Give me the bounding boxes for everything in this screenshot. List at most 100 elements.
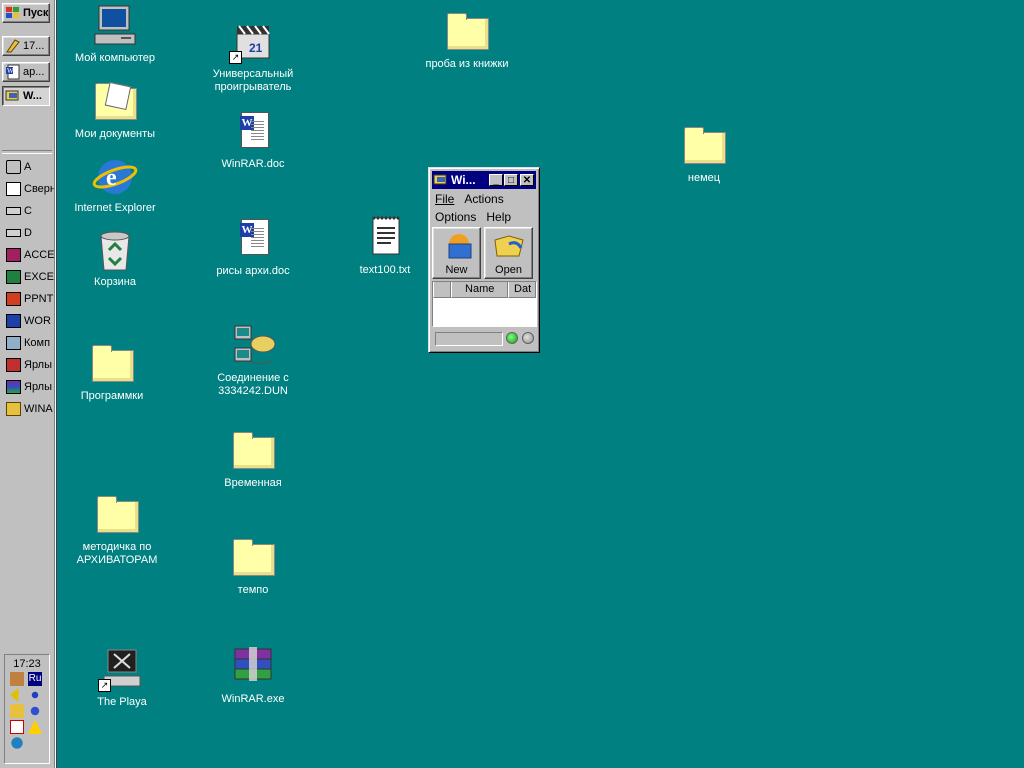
shortcut-icon <box>6 358 21 372</box>
quick-launch-floppy[interactable]: A <box>6 158 54 176</box>
quick-launch-shortcut-2[interactable]: Ярлы <box>6 378 54 396</box>
desktop-icon-label: темпо <box>237 584 269 596</box>
quick-launch-label: D <box>24 227 32 239</box>
toolbar-open-button[interactable]: Open <box>484 227 533 279</box>
taskbar-button-winrar[interactable]: W... <box>2 86 50 106</box>
taskbar-button-label: 17... <box>23 40 45 52</box>
quick-launch-shortcut-1[interactable]: Ярлы <box>6 356 54 374</box>
winamp-tray-icon[interactable] <box>10 704 24 718</box>
desktop-icon-risy-arhi-doc[interactable]: W рисы архи.doc <box>198 217 308 278</box>
desktop-icon-media-player[interactable]: 21 ↗ Универсальный проигрыватель <box>198 20 308 94</box>
quick-launch-winamp[interactable]: WINA <box>6 400 54 418</box>
quick-launch-label: PPNT <box>24 293 54 305</box>
acrobat-tray-icon[interactable] <box>10 720 24 734</box>
desktop-icon-label: WinRAR.doc <box>221 158 285 170</box>
shortcut-icon <box>6 380 21 394</box>
quick-launch-label: ACCE <box>24 249 54 261</box>
quick-launch-word[interactable]: WOR <box>6 312 54 330</box>
desktop-icon-winrar-exe[interactable]: WinRAR.exe <box>198 645 308 706</box>
taskbar-button-word-document[interactable]: W ар... <box>2 62 50 82</box>
taskbar-button-label: W... <box>23 90 42 102</box>
winrar-title-bar[interactable]: Wi... _ □ ✕ <box>432 171 536 189</box>
internet-explorer-icon: e <box>92 160 138 194</box>
quick-launch-label: Сверн <box>24 183 54 195</box>
desktop-icon-label: методичка по АРХИВАТОРАМ <box>76 541 158 566</box>
folder-icon <box>447 13 489 50</box>
start-button[interactable]: Пуск <box>2 3 50 23</box>
warning-tray-icon[interactable] <box>28 720 42 734</box>
menu-file[interactable]: File <box>435 192 454 206</box>
winrar-title: Wi... <box>451 173 476 187</box>
network-icon[interactable] <box>28 688 42 702</box>
excel-icon <box>6 270 21 284</box>
desktop-icon-label: Программки <box>80 390 144 402</box>
svg-text:e: e <box>106 165 117 191</box>
taskbar: Пуск 17... W ар... W... A Сверн C D ACCE… <box>0 0 56 768</box>
desktop-icon-folder-proba[interactable]: проба из книжки <box>412 10 522 71</box>
desktop-icon-my-computer[interactable]: Мой компьютер <box>60 4 170 65</box>
shortcut-arrow-icon: ↗ <box>98 679 111 692</box>
svg-text:W: W <box>7 67 14 75</box>
menu-actions[interactable]: Actions <box>464 192 503 206</box>
quick-launch-excel[interactable]: EXCE <box>6 268 54 286</box>
desktop-icon-my-documents[interactable]: Мои документы <box>60 80 170 141</box>
powerpoint-icon <box>6 292 21 306</box>
taskbar-button-label: ар... <box>23 66 45 78</box>
start-label: Пуск <box>23 7 49 19</box>
toolbar-new-label: New <box>445 264 468 276</box>
taskbar-button-winamp[interactable]: 17... <box>2 36 50 56</box>
desktop-icon-label: WinRAR.exe <box>221 693 285 705</box>
menu-help[interactable]: Help <box>486 210 511 224</box>
desktop-icon-dialup-connection[interactable]: Соединение с 3334242.DUN <box>198 324 308 398</box>
quick-launch-drive-d[interactable]: D <box>6 224 54 242</box>
quick-launch-powerpoint[interactable]: PPNT <box>6 290 54 308</box>
winamp-lightning-icon <box>6 39 20 53</box>
floppy-drive-icon <box>6 160 21 174</box>
desktop-icon-folder-metodichka[interactable]: методичка по АРХИВАТОРАМ <box>62 493 172 567</box>
close-button[interactable]: ✕ <box>520 174 534 186</box>
desktop-icon-folder-vremennaya[interactable]: Временная <box>198 429 308 490</box>
desktop-icon-folder-nemets[interactable]: немец <box>649 124 759 185</box>
text-file-icon <box>372 216 400 255</box>
desktop-icon-label: проба из книжки <box>425 58 509 70</box>
folder-icon <box>233 539 275 576</box>
desktop-icon-internet-explorer[interactable]: e Internet Explorer <box>60 154 170 215</box>
folder-icon <box>233 432 275 469</box>
desktop-icon-label: Мои документы <box>74 128 156 140</box>
language-indicator[interactable]: Ru <box>28 672 42 686</box>
taskbar-divider <box>2 150 52 154</box>
desktop-icon-folder-programmki[interactable]: Программки <box>57 342 167 403</box>
winamp-icon <box>6 402 21 416</box>
status-bar <box>435 332 503 346</box>
file-list[interactable]: Name Dat <box>432 281 537 327</box>
quick-launch-minimize-all[interactable]: Сверн <box>6 180 54 198</box>
column-header-name[interactable]: Name <box>451 282 509 298</box>
windows-logo-icon <box>6 7 19 18</box>
desktop-icon-winrar-doc[interactable]: W WinRAR.doc <box>198 110 308 171</box>
maximize-button[interactable]: □ <box>504 174 518 186</box>
quick-launch-drive-c[interactable]: C <box>6 202 54 220</box>
desktop-icon-label: Универсальный проигрыватель <box>212 68 294 93</box>
quick-launch-access[interactable]: ACCE <box>6 246 54 264</box>
column-header-icon[interactable] <box>433 282 452 298</box>
clock[interactable]: 17:23 <box>5 658 49 670</box>
tray-globe-icon[interactable] <box>10 736 24 750</box>
word-document-icon: W <box>240 112 269 148</box>
toolbar-new-button[interactable]: New <box>432 227 481 279</box>
volume-icon[interactable] <box>10 688 19 702</box>
quick-launch-computer[interactable]: Комп <box>6 334 54 352</box>
minimize-button[interactable]: _ <box>489 174 503 186</box>
column-header-date[interactable]: Dat <box>508 282 536 298</box>
menu-options[interactable]: Options <box>435 210 476 224</box>
tray-app-icon[interactable] <box>10 672 24 686</box>
desktop-icon-folder-tempo[interactable]: темпо <box>198 536 308 597</box>
recycle-bin-icon <box>100 231 130 271</box>
desktop-icon-label: Соединение с 3334242.DUN <box>217 372 289 397</box>
hard-drive-icon <box>6 229 21 237</box>
desktop-icon-text100-txt[interactable]: text100.txt <box>330 216 440 277</box>
desktop-icon-the-playa[interactable]: ↗ The Playa <box>67 648 177 709</box>
tray-gear-icon[interactable] <box>28 704 42 718</box>
winrar-menu-row1: File Actions <box>435 192 504 206</box>
my-computer-icon <box>94 5 136 45</box>
desktop-icon-recycle-bin[interactable]: Корзина <box>60 228 170 289</box>
